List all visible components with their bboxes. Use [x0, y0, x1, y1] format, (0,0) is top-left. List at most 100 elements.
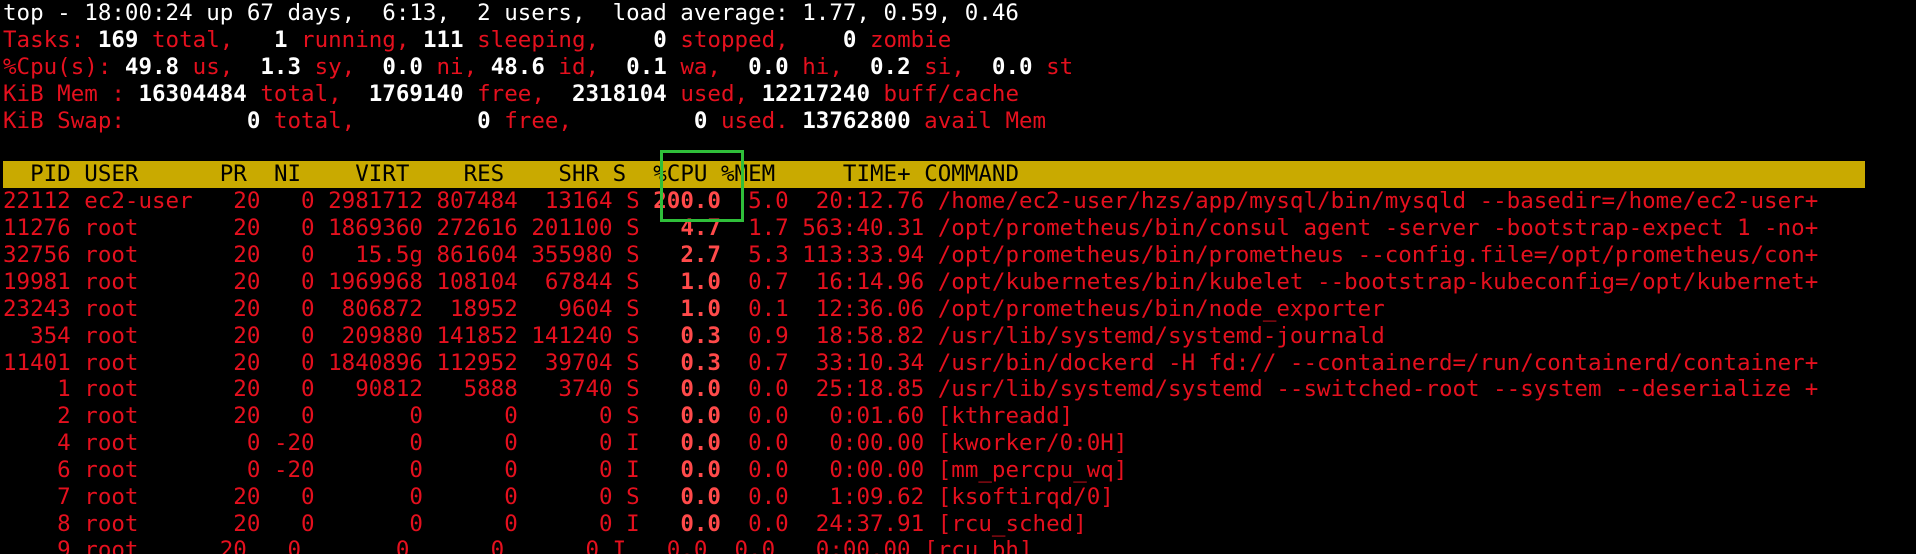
process-row[interactable]: 11276 root 20 0 1869360 272616 201100 S … — [3, 215, 1916, 242]
process-row[interactable]: 22112 ec2-user 20 0 2981712 807484 13164… — [3, 188, 1916, 215]
process-row[interactable]: 354 root 20 0 209880 141852 141240 S 0.3… — [3, 323, 1916, 350]
col-s: S — [612, 161, 627, 188]
process-pid: 11276 — [3, 215, 71, 242]
col-pid: PID — [30, 161, 71, 188]
process-mem: 5.3 — [734, 242, 789, 269]
process-priority: 20 — [219, 242, 261, 269]
process-time: 20:12.76 — [802, 188, 925, 215]
process-user: ec2-user — [84, 188, 207, 215]
process-row[interactable]: 4 root 0 -20 0 0 0 I 0.0 0.0 0:00.00 [kw… — [3, 430, 1916, 457]
process-shr: 9604 — [531, 295, 613, 322]
process-time: 563:40.31 — [802, 215, 925, 242]
process-state: S — [626, 376, 640, 403]
process-row[interactable]: 23243 root 20 0 806872 18952 9604 S 1.0 … — [3, 296, 1916, 323]
process-cpu: 4.7 — [653, 215, 721, 242]
process-virt: 0 — [328, 430, 423, 457]
process-mem: 0.0 — [734, 457, 789, 484]
process-user: root — [84, 322, 207, 349]
process-command: /opt/kubernetes/bin/kubelet --bootstrap-… — [937, 268, 1819, 295]
process-virt: 2981712 — [328, 188, 423, 215]
process-row[interactable]: 1 root 20 0 90812 5888 3740 S 0.0 0.0 25… — [3, 376, 1916, 403]
process-priority: 20 — [219, 295, 261, 322]
process-mem: 0.7 — [734, 349, 789, 376]
process-virt: 209880 — [328, 322, 423, 349]
process-pid: 23243 — [3, 295, 71, 322]
process-row[interactable]: 6 root 0 -20 0 0 0 I 0.0 0.0 0:00.00 [mm… — [3, 457, 1916, 484]
process-user: root — [84, 403, 207, 430]
process-virt: 15.5g — [328, 242, 423, 269]
process-row[interactable]: 8 root 20 0 0 0 0 I 0.0 0.0 24:37.91 [rc… — [3, 511, 1916, 538]
process-nice: -20 — [273, 457, 315, 484]
process-time: 0:00.00 — [802, 457, 925, 484]
process-row[interactable]: 11401 root 20 0 1840896 112952 39704 S 0… — [3, 350, 1916, 377]
process-priority: 20 — [219, 188, 261, 215]
process-state: S — [626, 295, 640, 322]
process-mem: 0.0 — [734, 376, 789, 403]
process-nice: 0 — [273, 484, 315, 511]
process-time: 16:14.96 — [802, 268, 925, 295]
process-mem: 0.1 — [734, 295, 789, 322]
process-state: S — [626, 484, 640, 511]
process-cpu: 0.0 — [653, 457, 721, 484]
process-cpu: 1.0 — [653, 295, 721, 322]
process-res: 0 — [436, 457, 518, 484]
process-mem: 0.9 — [734, 322, 789, 349]
process-res: 272616 — [436, 215, 518, 242]
col-pr: PR — [219, 161, 247, 188]
process-nice: 0 — [273, 349, 315, 376]
process-pid: 6 — [3, 457, 71, 484]
process-user: root — [84, 268, 207, 295]
process-pid: 32756 — [3, 242, 71, 269]
process-priority: 20 — [219, 215, 261, 242]
process-virt: 0 — [328, 457, 423, 484]
col-command: COMMAND — [924, 161, 1020, 188]
process-virt: 1840896 — [328, 349, 423, 376]
process-virt: 1969968 — [328, 268, 423, 295]
process-mem: 0.0 — [734, 510, 789, 537]
process-res: 0 — [436, 430, 518, 457]
process-command: [ksoftirqd/0] — [937, 484, 1114, 511]
process-user: root — [84, 242, 207, 269]
process-nice: 0 — [273, 268, 315, 295]
process-user: root — [84, 430, 207, 457]
process-shr: 67844 — [531, 268, 613, 295]
process-pid: 7 — [3, 484, 71, 511]
process-cpu: 200.0 — [653, 188, 721, 215]
process-state: I — [626, 430, 640, 457]
process-time: 12:36.06 — [802, 295, 925, 322]
process-time: 113:33.94 — [802, 242, 925, 269]
process-mem: 5.0 — [734, 188, 789, 215]
process-row[interactable]: 2 root 20 0 0 0 0 S 0.0 0.0 0:01.60 [kth… — [3, 403, 1916, 430]
process-user: root — [84, 349, 207, 376]
process-row[interactable]: 19981 root 20 0 1969968 108104 67844 S 1… — [3, 269, 1916, 296]
process-state: S — [626, 242, 640, 269]
process-time: 18:58.82 — [802, 322, 925, 349]
process-time: 1:09.62 — [802, 484, 925, 511]
process-cpu: 2.7 — [653, 242, 721, 269]
process-list: 22112 ec2-user 20 0 2981712 807484 13164… — [3, 188, 1916, 538]
process-user: root — [84, 215, 207, 242]
process-cpu: 0.0 — [653, 376, 721, 403]
process-time: 25:18.85 — [802, 376, 925, 403]
partial-process-row: 9 root 20 0 0 0 0 I 0.0 0.0 0:00.00 [rcu… — [3, 537, 1033, 554]
process-cpu: 0.3 — [653, 322, 721, 349]
process-shr: 3740 — [531, 376, 613, 403]
process-mem: 0.7 — [734, 268, 789, 295]
process-cpu: 0.3 — [653, 349, 721, 376]
process-virt: 90812 — [328, 376, 423, 403]
process-row[interactable]: 32756 root 20 0 15.5g 861604 355980 S 2.… — [3, 242, 1916, 269]
process-pid: 8 — [3, 510, 71, 537]
uptime-line: top - 18:00:24 up 67 days, 6:13, 2 users… — [3, 0, 1019, 26]
process-row[interactable]: 7 root 20 0 0 0 0 S 0.0 0.0 1:09.62 [kso… — [3, 484, 1916, 511]
process-shr: 0 — [531, 403, 613, 430]
process-time: 24:37.91 — [802, 510, 925, 537]
process-nice: 0 — [273, 242, 315, 269]
process-command: [mm_percpu_wq] — [937, 457, 1128, 484]
process-shr: 13164 — [531, 188, 613, 215]
col-cpu: %CPU — [653, 161, 708, 188]
process-command: /home/ec2-user/hzs/app/mysql/bin/mysqld … — [937, 188, 1819, 215]
terminal-screen[interactable]: top - 18:00:24 up 67 days, 6:13, 2 users… — [3, 0, 1916, 538]
process-priority: 0 — [219, 457, 261, 484]
process-cpu: 0.0 — [653, 484, 721, 511]
